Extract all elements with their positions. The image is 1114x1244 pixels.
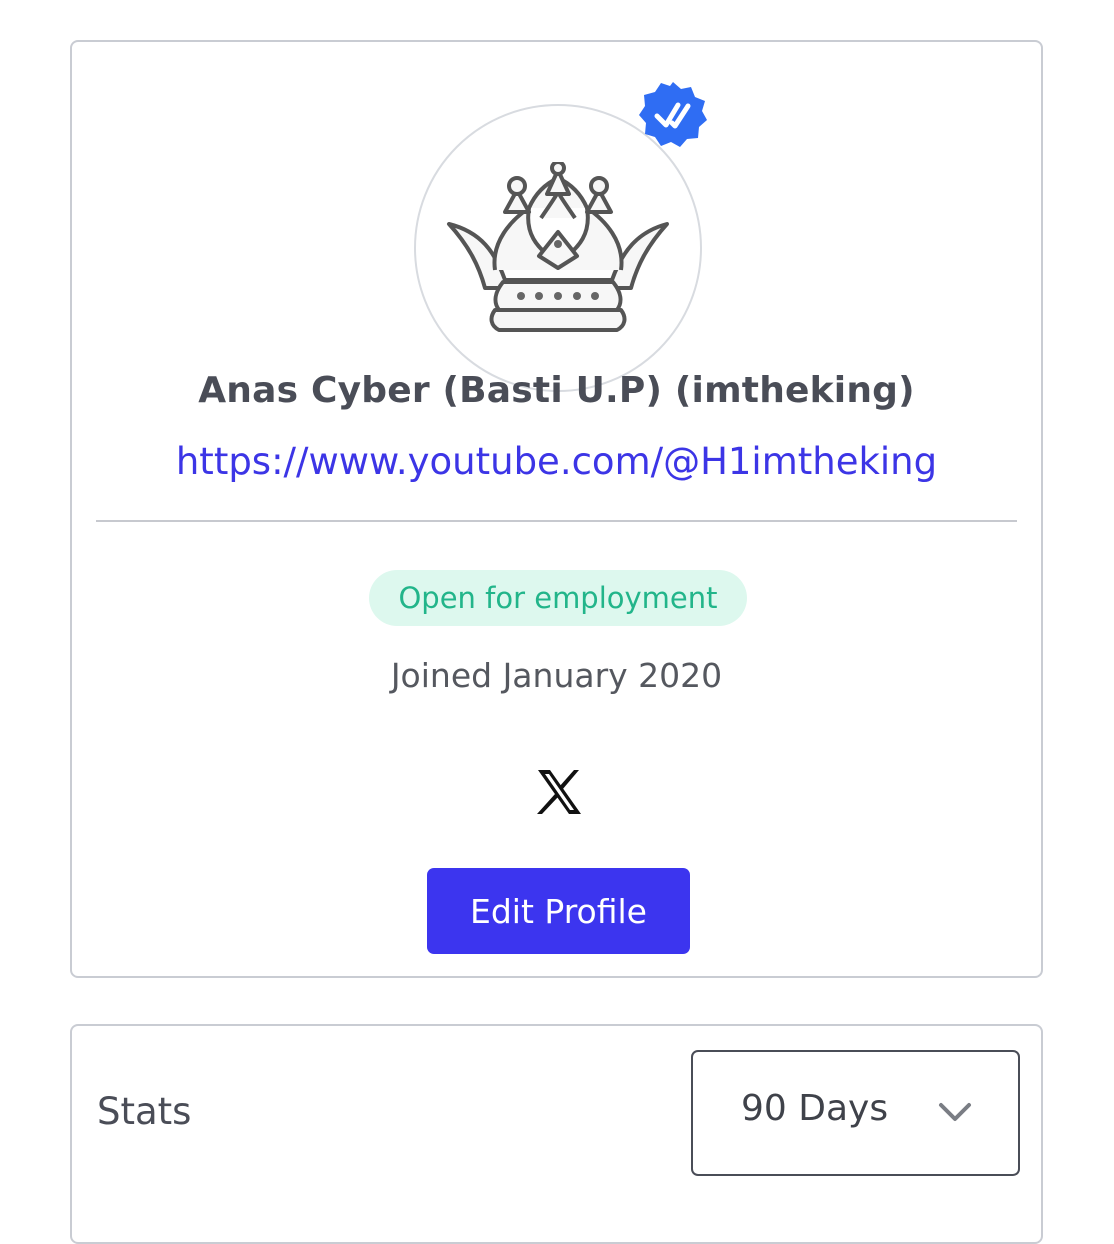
- profile-name: Anas Cyber (Basti U.P) (imtheking): [198, 370, 915, 411]
- crown-avatar-image: [447, 162, 669, 332]
- verified-badge-icon: [639, 82, 707, 147]
- edit-profile-button[interactable]: Edit Profile: [427, 868, 690, 954]
- profile-divider: [96, 520, 1017, 522]
- x-logo-icon[interactable]: [534, 767, 584, 817]
- stats-title: Stats: [97, 1090, 192, 1133]
- avatar-container: [414, 82, 707, 392]
- stats-card: Stats 90 Days: [70, 1024, 1043, 1244]
- profile-link[interactable]: https://www.youtube.com/@H1imtheking: [72, 440, 1041, 483]
- employment-status-badge: Open for employment: [369, 570, 747, 626]
- period-select-value: 90 Days: [741, 1088, 889, 1129]
- period-select[interactable]: 90 Days: [691, 1050, 1020, 1176]
- chevron-down-icon: [939, 1103, 971, 1121]
- profile-card: Anas Cyber (Basti U.P) (imtheking) https…: [70, 40, 1043, 978]
- joined-date: Joined January 2020: [390, 656, 723, 695]
